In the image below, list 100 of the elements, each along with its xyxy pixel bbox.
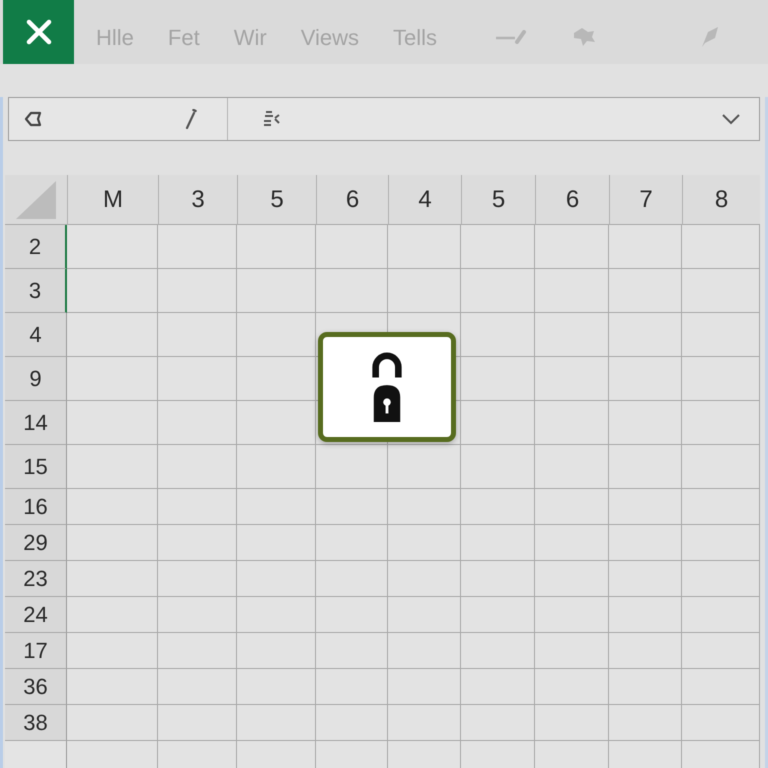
grid-cell[interactable] (67, 445, 158, 489)
grid-cell[interactable] (461, 561, 535, 597)
grid-cell[interactable] (158, 525, 237, 561)
grid-cell[interactable] (388, 597, 461, 633)
row-header[interactable]: 23 (5, 561, 67, 597)
grid-cell[interactable] (609, 705, 682, 741)
grid-cell[interactable] (535, 561, 609, 597)
grid-cell[interactable] (682, 225, 760, 269)
column-header[interactable]: 6 (535, 175, 609, 225)
grid-cell[interactable] (609, 525, 682, 561)
grid-cell[interactable] (316, 225, 388, 269)
grid-cell[interactable] (316, 561, 388, 597)
grid-cell[interactable] (237, 269, 316, 313)
grid-cell[interactable] (67, 525, 158, 561)
grid-cell[interactable] (158, 561, 237, 597)
grid-cell[interactable] (388, 633, 461, 669)
grid-cell[interactable] (237, 357, 316, 401)
grid-cell[interactable] (461, 269, 535, 313)
grid-cell[interactable] (461, 313, 535, 357)
grid-cell[interactable] (388, 269, 461, 313)
grid-cell[interactable] (388, 225, 461, 269)
grid-cell[interactable] (535, 225, 609, 269)
grid-cell[interactable] (67, 225, 158, 269)
grid-cell[interactable] (316, 705, 388, 741)
column-header[interactable]: 5 (461, 175, 535, 225)
grid-cell[interactable] (158, 489, 237, 525)
row-header[interactable]: 3 (5, 269, 67, 313)
grid-cell[interactable] (67, 705, 158, 741)
grid-cell[interactable] (67, 669, 158, 705)
column-header[interactable]: 4 (388, 175, 461, 225)
grid-cell[interactable] (158, 705, 237, 741)
chevron-down-icon[interactable] (721, 113, 741, 125)
grid-cell[interactable] (388, 561, 461, 597)
grid-cell[interactable] (67, 633, 158, 669)
grid-cell[interactable] (682, 401, 760, 445)
grid-cell[interactable] (461, 705, 535, 741)
grid-cell[interactable] (609, 357, 682, 401)
grid-cell[interactable] (609, 225, 682, 269)
grid-cell[interactable] (461, 525, 535, 561)
column-header[interactable]: 3 (158, 175, 237, 225)
grid-cell[interactable] (158, 269, 237, 313)
grid-cell[interactable] (609, 633, 682, 669)
grid-cell[interactable] (316, 489, 388, 525)
grid-cell[interactable] (316, 669, 388, 705)
grid-cell[interactable] (535, 357, 609, 401)
grid-cell[interactable] (609, 489, 682, 525)
select-all-corner[interactable] (5, 175, 67, 225)
grid-cell[interactable] (237, 597, 316, 633)
grid-cell[interactable] (461, 225, 535, 269)
grid-cell[interactable] (67, 489, 158, 525)
grid-cell[interactable] (682, 597, 760, 633)
grid-cell[interactable] (237, 525, 316, 561)
grid-cell[interactable] (535, 525, 609, 561)
grid-cell[interactable] (461, 445, 535, 489)
column-header[interactable]: 8 (682, 175, 760, 225)
grid-cell[interactable] (316, 633, 388, 669)
grid-cell[interactable] (535, 705, 609, 741)
grid-cell[interactable] (237, 313, 316, 357)
grid-cell[interactable] (461, 633, 535, 669)
grid-cell[interactable] (461, 669, 535, 705)
grid-cell[interactable] (535, 313, 609, 357)
grid-cell[interactable] (237, 705, 316, 741)
grid-cell[interactable] (237, 633, 316, 669)
grid-cell[interactable] (388, 705, 461, 741)
grid-cell[interactable] (388, 525, 461, 561)
grid-cell[interactable] (388, 489, 461, 525)
grid-cell[interactable] (158, 669, 237, 705)
row-header[interactable]: 4 (5, 313, 67, 357)
grid-cell[interactable] (158, 225, 237, 269)
lock-dialog[interactable] (318, 332, 456, 442)
grid-cell[interactable] (237, 225, 316, 269)
grid-cell[interactable] (237, 669, 316, 705)
grid-cell[interactable] (682, 489, 760, 525)
grid-cell[interactable] (535, 597, 609, 633)
grid-cell[interactable] (609, 597, 682, 633)
column-header[interactable]: 6 (316, 175, 388, 225)
row-header[interactable]: 16 (5, 489, 67, 525)
grid-cell[interactable] (682, 269, 760, 313)
grid-cell[interactable] (535, 633, 609, 669)
logo-icon[interactable] (3, 0, 74, 64)
grid-cell[interactable] (682, 561, 760, 597)
grid-cell[interactable] (158, 597, 237, 633)
row-header[interactable]: 17 (5, 633, 67, 669)
grid-cell[interactable] (158, 401, 237, 445)
grid-cell[interactable] (67, 313, 158, 357)
grid-cell[interactable] (682, 313, 760, 357)
column-header[interactable]: M (67, 175, 158, 225)
grid-cell[interactable] (237, 445, 316, 489)
grid-cell[interactable] (682, 669, 760, 705)
grid-cell[interactable] (158, 357, 237, 401)
grid-cell[interactable] (388, 445, 461, 489)
grid-cell[interactable] (609, 313, 682, 357)
grid-cell[interactable] (67, 401, 158, 445)
grid-cell[interactable] (535, 489, 609, 525)
grid-cell[interactable] (158, 445, 237, 489)
row-header[interactable]: 29 (5, 525, 67, 561)
grid-cell[interactable] (682, 445, 760, 489)
grid-cell[interactable] (316, 597, 388, 633)
nib-icon[interactable] (700, 26, 720, 48)
grid-cell[interactable] (609, 401, 682, 445)
